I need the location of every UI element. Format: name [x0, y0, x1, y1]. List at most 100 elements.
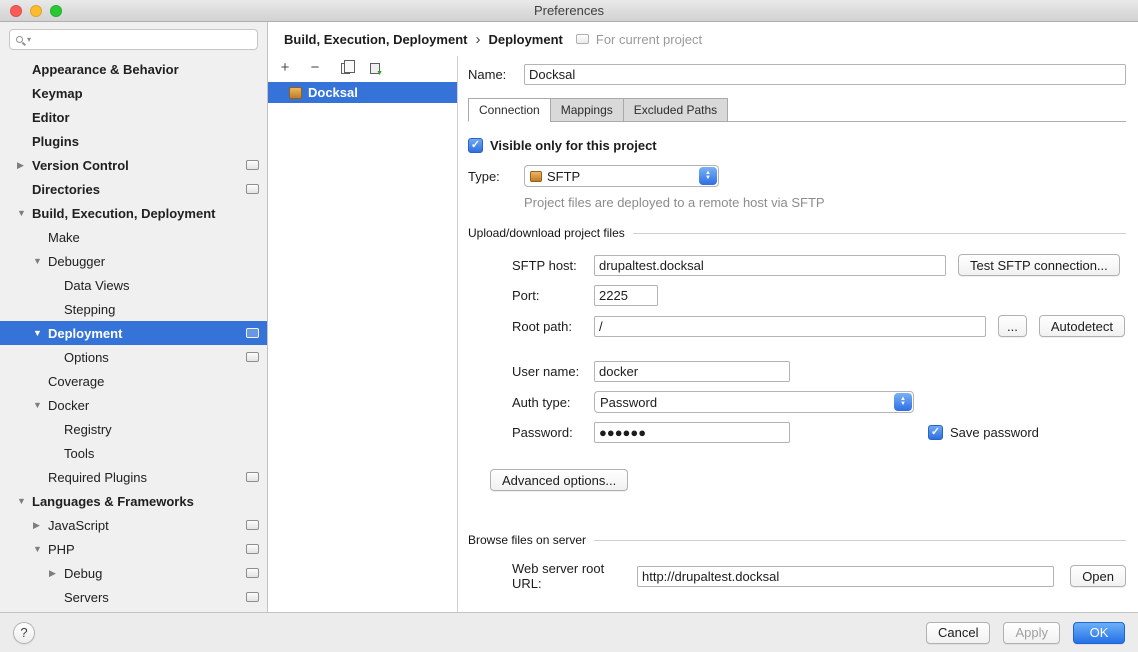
sidebar-item-tools[interactable]: Tools	[0, 441, 267, 465]
sidebar-item-docker[interactable]: ▼ Docker	[0, 393, 267, 417]
titlebar: Preferences	[0, 0, 1138, 22]
plus-icon: +	[281, 61, 290, 75]
sidebar-item-directories[interactable]: Directories	[0, 177, 267, 201]
breadcrumb-separator-icon: ›	[475, 33, 480, 46]
port-row: Port:	[512, 285, 1126, 306]
cancel-button[interactable]: Cancel	[926, 622, 990, 644]
copy-icon	[341, 63, 350, 74]
search-options-chevron-icon[interactable]: ▾	[27, 35, 31, 44]
open-button[interactable]: Open	[1070, 565, 1126, 587]
copy-server-button[interactable]	[337, 60, 353, 76]
save-password-label: Save password	[950, 425, 1039, 440]
sidebar-item-appearance-behavior[interactable]: Appearance & Behavior	[0, 57, 267, 81]
tabbar: Connection Mappings Excluded Paths	[468, 98, 1126, 122]
sidebar-item-label: Registry	[64, 422, 112, 437]
sidebar-item-debug[interactable]: ▶ Debug	[0, 561, 267, 585]
expand-arrow-icon[interactable]: ▶	[49, 568, 56, 578]
save-password-checkbox[interactable]: ✓	[928, 425, 943, 440]
sidebar-item-label: Docker	[48, 398, 89, 413]
sidebar-item-servers[interactable]: Servers	[0, 585, 267, 609]
port-input[interactable]	[594, 285, 658, 306]
project-scope-icon	[246, 160, 259, 170]
sftp-host-label: SFTP host:	[512, 258, 594, 273]
section-divider	[633, 233, 1126, 234]
sftp-host-input[interactable]	[594, 255, 946, 276]
zoom-window-button[interactable]	[50, 5, 62, 17]
name-input[interactable]	[524, 64, 1126, 85]
collapse-arrow-icon[interactable]: ▼	[33, 328, 42, 338]
sidebar-item-required-plugins[interactable]: Required Plugins	[0, 465, 267, 489]
sidebar-item-languages-frameworks[interactable]: ▼ Languages & Frameworks	[0, 489, 267, 513]
add-server-button[interactable]: +	[277, 60, 293, 76]
collapse-arrow-icon[interactable]: ▼	[33, 400, 42, 410]
use-as-default-button[interactable]	[367, 60, 383, 76]
project-scope-icon	[246, 184, 259, 194]
tab-mappings[interactable]: Mappings	[550, 98, 624, 122]
apply-button[interactable]: Apply	[1003, 622, 1060, 644]
visible-only-checkbox[interactable]: ✓	[468, 138, 483, 153]
autodetect-button[interactable]: Autodetect	[1039, 315, 1125, 337]
sidebar-item-label: Debugger	[48, 254, 105, 269]
sidebar-item-coverage[interactable]: Coverage	[0, 369, 267, 393]
expand-arrow-icon[interactable]: ▶	[33, 520, 40, 530]
sidebar-item-editor[interactable]: Editor	[0, 105, 267, 129]
type-select[interactable]: SFTP ▲▼	[524, 165, 719, 187]
type-help-text: Project files are deployed to a remote h…	[524, 195, 1126, 210]
browse-root-path-button[interactable]: ...	[998, 315, 1027, 337]
sidebar-item-data-views[interactable]: Data Views	[0, 273, 267, 297]
settings-tree: Appearance & BehaviorKeymap Editor Plugins…	[0, 57, 267, 609]
user-name-input[interactable]	[594, 361, 790, 382]
sidebar-item-version-control[interactable]: ▶Version Control	[0, 153, 267, 177]
settings-search-input[interactable]	[33, 33, 251, 47]
sidebar-item-php[interactable]: ▼PHP	[0, 537, 267, 561]
sidebar-item-javascript[interactable]: ▶JavaScript	[0, 513, 267, 537]
sidebar-item-plugins[interactable]: Plugins	[0, 129, 267, 153]
collapse-arrow-icon[interactable]: ▼	[17, 496, 26, 506]
sidebar-item-label: Languages & Frameworks	[32, 494, 194, 509]
browse-section-title: Browse files on server	[468, 533, 586, 547]
tab-connection[interactable]: Connection	[468, 98, 551, 122]
sidebar-item-options[interactable]: Options	[0, 345, 267, 369]
sidebar-item-make[interactable]: Make	[0, 225, 267, 249]
project-scope-icon	[246, 352, 259, 362]
collapse-arrow-icon[interactable]: ▼	[33, 256, 42, 266]
minus-icon: −	[311, 61, 320, 75]
minimize-window-button[interactable]	[30, 5, 42, 17]
advanced-options-button[interactable]: Advanced options...	[490, 469, 628, 491]
collapse-arrow-icon[interactable]: ▼	[17, 208, 26, 218]
close-window-button[interactable]	[10, 5, 22, 17]
sidebar-item-registry[interactable]: Registry	[0, 417, 267, 441]
breadcrumb-parent[interactable]: Build, Execution, Deployment	[284, 32, 467, 47]
web-root-input[interactable]	[637, 566, 1054, 587]
breadcrumb-header: Build, Execution, Deployment › Deploymen…	[268, 22, 1138, 56]
server-list-item[interactable]: Docksal	[268, 82, 457, 103]
footer-bar: ? Cancel Apply OK	[0, 612, 1138, 652]
settings-search-field[interactable]: ▾	[9, 29, 258, 50]
section-divider	[594, 540, 1126, 541]
project-scope-icon	[576, 34, 589, 44]
auth-type-row: Auth type: Password ▲▼	[512, 391, 1126, 413]
sidebar-item-deployment[interactable]: ▼Deployment	[0, 321, 267, 345]
root-path-input[interactable]	[594, 316, 986, 337]
server-list: Docksal	[268, 82, 457, 103]
auth-type-value: Password	[600, 395, 889, 410]
sidebar-item-build-execution-deployment[interactable]: ▼Build, Execution, Deployment	[0, 201, 267, 225]
sidebar-item-keymap[interactable]: Keymap	[0, 81, 267, 105]
test-connection-button[interactable]: Test SFTP connection...	[958, 254, 1120, 276]
project-scope-icon	[246, 568, 259, 578]
tab-excluded-paths[interactable]: Excluded Paths	[623, 98, 728, 122]
sidebar-item-label: Debug	[64, 566, 102, 581]
sidebar-item-stepping[interactable]: Stepping	[0, 297, 267, 321]
help-button[interactable]: ?	[13, 622, 35, 644]
sidebar-item-debugger[interactable]: ▼ Debugger	[0, 249, 267, 273]
sidebar-item-label: Editor	[32, 110, 70, 125]
password-row: Password: ✓ Save password	[512, 422, 1126, 443]
remove-server-button[interactable]: −	[307, 60, 323, 76]
auth-type-select[interactable]: Password ▲▼	[594, 391, 914, 413]
expand-arrow-icon[interactable]: ▶	[17, 160, 24, 170]
name-label: Name:	[468, 67, 524, 82]
collapse-arrow-icon[interactable]: ▼	[33, 544, 42, 554]
ok-button[interactable]: OK	[1073, 622, 1125, 644]
sftp-type-icon	[530, 171, 542, 182]
password-input[interactable]	[594, 422, 790, 443]
